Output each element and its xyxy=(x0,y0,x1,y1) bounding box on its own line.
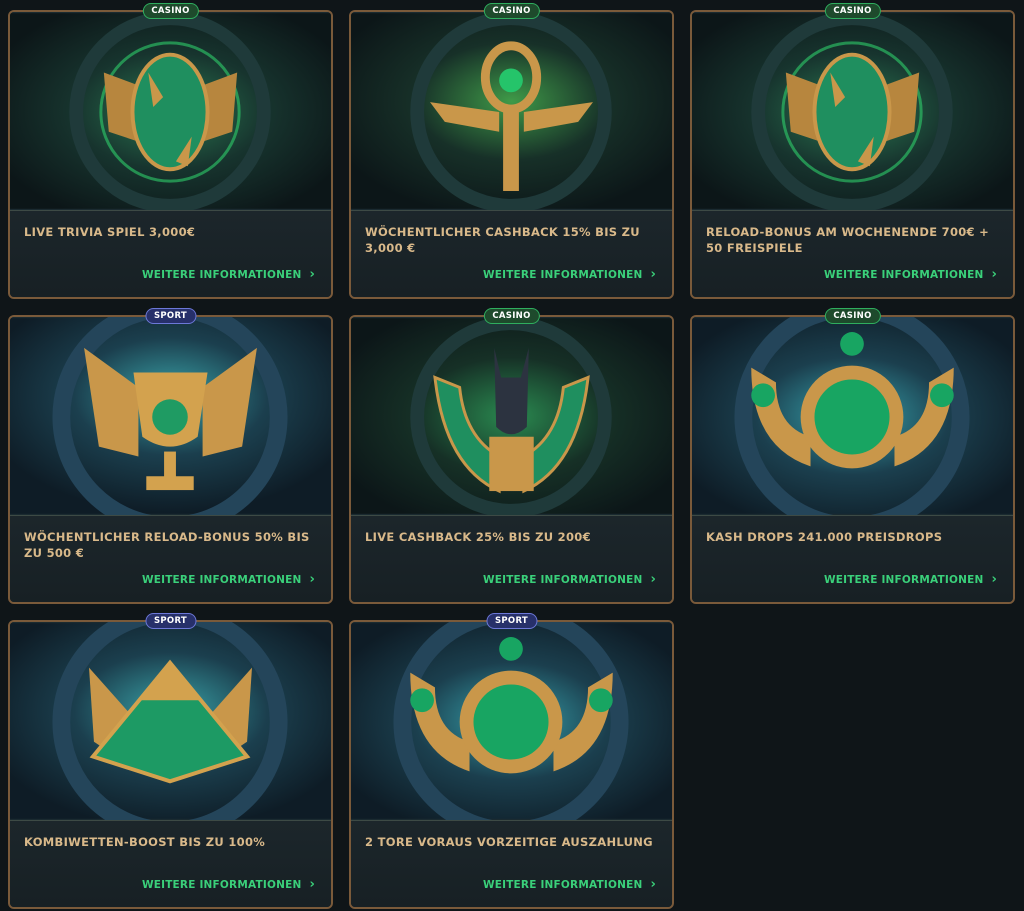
more-info-label: WEITERE INFORMATIONEN xyxy=(482,574,643,586)
promo-title: 2 TORE VORAUS VORZEITIGE AUSZAHLUNG xyxy=(365,835,653,849)
category-badge: CASINO xyxy=(483,308,540,324)
winged-cup-icon xyxy=(10,317,331,515)
eye-of-horus-emblem-icon xyxy=(351,622,672,820)
more-info-link[interactable]: WEITERE INFORMATIONEN › xyxy=(482,572,656,587)
card-info: KOMBIWETTEN-BOOST BIS ZU 100% WEITERE IN… xyxy=(10,820,331,907)
more-info-label: WEITERE INFORMATIONEN xyxy=(141,269,302,281)
category-badge: CASINO xyxy=(142,3,199,19)
promo-card[interactable]: CASINO KASH DROPS 241.000 PREISDROPS WEI… xyxy=(690,308,1015,604)
more-info-link[interactable]: WEITERE INFORMATIONEN › xyxy=(141,267,315,282)
card-info: 2 TORE VORAUS VORZEITIGE AUSZAHLUNG WEIT… xyxy=(351,820,672,907)
crocodile-emblem-icon xyxy=(10,12,331,210)
category-badge: CASINO xyxy=(824,308,881,324)
more-info-label: WEITERE INFORMATIONEN xyxy=(482,879,643,891)
chevron-right-icon: › xyxy=(650,877,656,892)
promo-title: KASH DROPS 241.000 PREISDROPS xyxy=(706,530,943,544)
promo-card[interactable]: SPORT KOMBIWETTEN-BOOST BIS ZU 100% WEIT… xyxy=(8,613,333,909)
chevron-right-icon: › xyxy=(650,267,656,282)
more-info-link[interactable]: WEITERE INFORMATIONEN › xyxy=(141,572,315,587)
category-badge: SPORT xyxy=(144,613,197,629)
more-info-link[interactable]: WEITERE INFORMATIONEN › xyxy=(823,267,997,282)
promo-card[interactable]: SPORT WÖCHENTLICHER RELOAD-BONUS 50% BIS xyxy=(8,308,333,604)
card-info: RELOAD-BONUS AM WOCHENENDE 700€ + 50 FRE… xyxy=(692,210,1013,297)
promo-title: WÖCHENTLICHER RELOAD-BONUS 50% BIS ZU 50… xyxy=(24,530,310,560)
more-info-label: WEITERE INFORMATIONEN xyxy=(823,269,984,281)
more-info-link[interactable]: WEITERE INFORMATIONEN › xyxy=(823,572,997,587)
card-info: LIVE TRIVIA SPIEL 3,000€ WEITERE INFORMA… xyxy=(10,210,331,297)
promo-title: LIVE TRIVIA SPIEL 3,000€ xyxy=(24,225,196,239)
category-badge: SPORT xyxy=(144,308,197,324)
promotions-grid: CASINO LIVE TRIVIA SPIEL 3,000€ WEITERE … xyxy=(8,3,1015,909)
category-badge: SPORT xyxy=(485,613,538,629)
chevron-right-icon: › xyxy=(991,572,997,587)
promo-title: LIVE CASHBACK 25% BIS ZU 200€ xyxy=(365,530,591,544)
promo-title: WÖCHENTLICHER CASHBACK 15% BIS ZU 3,000 … xyxy=(365,225,640,255)
category-badge: CASINO xyxy=(824,3,881,19)
promo-title: KOMBIWETTEN-BOOST BIS ZU 100% xyxy=(24,835,266,849)
promo-card[interactable]: CASINO RELOAD-BONUS AM WOCHENENDE 700€ + xyxy=(690,3,1015,299)
category-badge: CASINO xyxy=(483,3,540,19)
promo-title: RELOAD-BONUS AM WOCHENENDE 700€ + 50 FRE… xyxy=(706,225,990,255)
card-info: KASH DROPS 241.000 PREISDROPS WEITERE IN… xyxy=(692,515,1013,602)
promo-card[interactable]: CASINO LIVE CASHBACK 25% BIS ZU 200€ WEI… xyxy=(349,308,674,604)
eye-of-horus-emblem-icon xyxy=(692,317,1013,515)
chevron-right-icon: › xyxy=(991,267,997,282)
more-info-label: WEITERE INFORMATIONEN xyxy=(141,574,302,586)
more-info-link[interactable]: WEITERE INFORMATIONEN › xyxy=(141,877,315,892)
ankh-emblem-icon xyxy=(351,12,672,210)
card-info: WÖCHENTLICHER RELOAD-BONUS 50% BIS ZU 50… xyxy=(10,515,331,602)
more-info-link[interactable]: WEITERE INFORMATIONEN › xyxy=(482,877,656,892)
card-info: WÖCHENTLICHER CASHBACK 15% BIS ZU 3,000 … xyxy=(351,210,672,297)
chevron-right-icon: › xyxy=(309,267,315,282)
more-info-label: WEITERE INFORMATIONEN xyxy=(482,269,643,281)
card-info: LIVE CASHBACK 25% BIS ZU 200€ WEITERE IN… xyxy=(351,515,672,602)
pyramid-emblem-icon xyxy=(10,622,331,820)
more-info-label: WEITERE INFORMATIONEN xyxy=(823,574,984,586)
chevron-right-icon: › xyxy=(650,572,656,587)
promo-card[interactable]: SPORT 2 TORE VORAUS VORZEITIGE AUSZAHLUN… xyxy=(349,613,674,909)
promo-card[interactable]: CASINO LIVE TRIVIA SPIEL 3,000€ WEITERE … xyxy=(8,3,333,299)
more-info-label: WEITERE INFORMATIONEN xyxy=(141,879,302,891)
anubis-emblem-icon xyxy=(351,317,672,515)
more-info-link[interactable]: WEITERE INFORMATIONEN › xyxy=(482,267,656,282)
chevron-right-icon: › xyxy=(309,572,315,587)
promo-card[interactable]: CASINO WÖCHENTLICHER CASHBACK 15% BIS ZU… xyxy=(349,3,674,299)
chevron-right-icon: › xyxy=(309,877,315,892)
crocodile-emblem-icon xyxy=(692,12,1013,210)
